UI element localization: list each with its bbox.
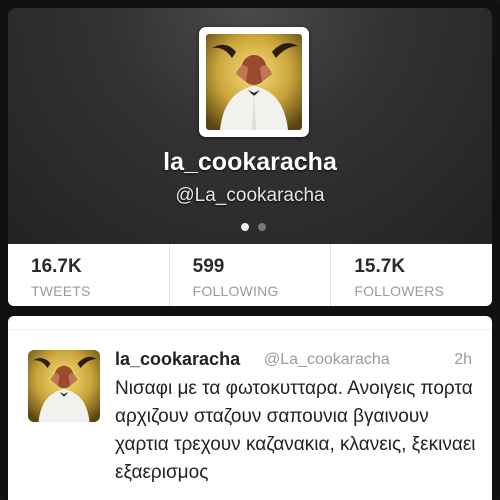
profile-photo-icon xyxy=(206,34,302,130)
stat-tweets-label: TWEETS xyxy=(31,283,91,299)
stat-tweets[interactable]: 16.7K TWEETS xyxy=(8,244,170,306)
stat-following-value: 599 xyxy=(192,256,225,277)
tweet-avatar-icon[interactable] xyxy=(28,350,100,422)
stat-tweets-value: 16.7K xyxy=(31,256,82,277)
profile-display-name: la_cookaracha xyxy=(163,148,337,176)
tweet-author-handle[interactable]: @La_cookaracha xyxy=(264,351,390,369)
tweet-text: Νισαφι με τα φωτοκυτταρα. Ανοιγεις πορτα… xyxy=(115,378,476,483)
profile-avatar[interactable] xyxy=(199,27,309,137)
app-frame: la_cookaracha @La_cookaracha 16.7K TWEET… xyxy=(0,0,500,500)
profile-stats-bar: 16.7K TWEETS 599 FOLLOWING 15.7K FOLLOWE… xyxy=(8,244,492,306)
page-dot-active[interactable] xyxy=(241,223,249,231)
tweet-author-name[interactable]: la_cookaracha xyxy=(115,349,240,370)
stat-followers[interactable]: 15.7K FOLLOWERS xyxy=(331,244,492,306)
stat-followers-label: FOLLOWERS xyxy=(354,283,445,299)
profile-header[interactable]: la_cookaracha @La_cookaracha xyxy=(8,8,492,244)
profile-handle: @La_cookaracha xyxy=(175,185,325,206)
stat-following-label: FOLLOWING xyxy=(192,283,279,299)
page-dot[interactable] xyxy=(258,223,266,231)
stat-following[interactable]: 599 FOLLOWING xyxy=(170,244,332,306)
divider xyxy=(8,316,492,330)
tweet-item[interactable]: la_cookaracha @La_cookaracha 2h Νισαφι μ… xyxy=(8,316,492,500)
stat-followers-value: 15.7K xyxy=(354,256,406,277)
tweet-timestamp: 2h xyxy=(454,351,472,368)
header-page-indicator[interactable] xyxy=(241,223,266,231)
